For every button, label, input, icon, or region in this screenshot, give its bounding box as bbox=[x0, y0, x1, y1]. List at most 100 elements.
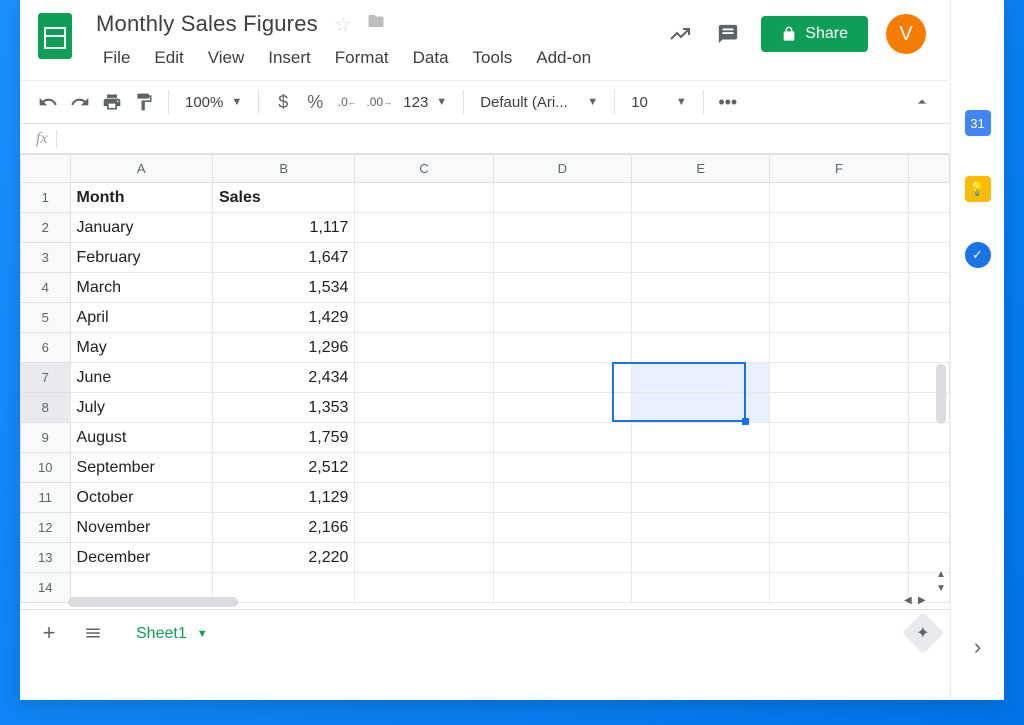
account-avatar[interactable]: V bbox=[886, 14, 926, 54]
cell-B3[interactable]: 1,647 bbox=[212, 243, 354, 273]
sheets-logo[interactable] bbox=[34, 8, 76, 64]
cell-D2[interactable] bbox=[493, 213, 631, 243]
cell-D7[interactable] bbox=[493, 363, 631, 393]
row-header-14[interactable]: 14 bbox=[21, 573, 71, 603]
explore-button[interactable]: ✦ bbox=[902, 612, 944, 654]
cell-C12[interactable] bbox=[355, 513, 493, 543]
row-header-11[interactable]: 11 bbox=[21, 483, 71, 513]
horizontal-scrollbar[interactable]: ◀ ▶ bbox=[68, 595, 930, 609]
print-button[interactable] bbox=[98, 87, 126, 117]
cell-C2[interactable] bbox=[355, 213, 493, 243]
menu-data[interactable]: Data bbox=[402, 44, 460, 72]
scroll-down-icon[interactable]: ▼ bbox=[934, 583, 948, 595]
row-header-6[interactable]: 6 bbox=[21, 333, 71, 363]
cell-C9[interactable] bbox=[355, 423, 493, 453]
cell-F7[interactable] bbox=[770, 363, 908, 393]
cell-A6[interactable]: May bbox=[70, 333, 212, 363]
cell-C3[interactable] bbox=[355, 243, 493, 273]
scroll-right-icon[interactable]: ▶ bbox=[918, 595, 930, 609]
h-scroll-thumb[interactable] bbox=[68, 597, 238, 607]
row-header-2[interactable]: 2 bbox=[21, 213, 71, 243]
cell-F11[interactable] bbox=[770, 483, 908, 513]
cell-B7[interactable]: 2,434 bbox=[212, 363, 354, 393]
formula-input[interactable] bbox=[65, 131, 942, 147]
cell-E6[interactable] bbox=[632, 333, 770, 363]
cell-C10[interactable] bbox=[355, 453, 493, 483]
cell-C11[interactable] bbox=[355, 483, 493, 513]
cell-B9[interactable]: 1,759 bbox=[212, 423, 354, 453]
cell-A13[interactable]: December bbox=[70, 543, 212, 573]
cell-E7[interactable] bbox=[632, 363, 770, 393]
cell-C7[interactable] bbox=[355, 363, 493, 393]
cell-F5[interactable] bbox=[770, 303, 908, 333]
cell-A9[interactable]: August bbox=[70, 423, 212, 453]
menu-view[interactable]: View bbox=[197, 44, 256, 72]
row-header-4[interactable]: 4 bbox=[21, 273, 71, 303]
cell-B10[interactable]: 2,512 bbox=[212, 453, 354, 483]
column-header-D[interactable]: D bbox=[493, 155, 631, 183]
cell-D11[interactable] bbox=[493, 483, 631, 513]
cell-A7[interactable]: June bbox=[70, 363, 212, 393]
cell-D1[interactable] bbox=[493, 183, 631, 213]
cell-D8[interactable] bbox=[493, 393, 631, 423]
column-header-E[interactable]: E bbox=[632, 155, 770, 183]
cell-F3[interactable] bbox=[770, 243, 908, 273]
cell-F2[interactable] bbox=[770, 213, 908, 243]
menu-insert[interactable]: Insert bbox=[257, 44, 322, 72]
cell-E3[interactable] bbox=[632, 243, 770, 273]
cell-C1[interactable] bbox=[355, 183, 493, 213]
row-header-8[interactable]: 8 bbox=[21, 393, 71, 423]
column-header-C[interactable]: C bbox=[355, 155, 493, 183]
cell-F8[interactable] bbox=[770, 393, 908, 423]
cell-D6[interactable] bbox=[493, 333, 631, 363]
cell-D10[interactable] bbox=[493, 453, 631, 483]
cell-C4[interactable] bbox=[355, 273, 493, 303]
cell-F12[interactable] bbox=[770, 513, 908, 543]
cell-B6[interactable]: 1,296 bbox=[212, 333, 354, 363]
cell-B13[interactable]: 2,220 bbox=[212, 543, 354, 573]
cell-C6[interactable] bbox=[355, 333, 493, 363]
cell-A4[interactable]: March bbox=[70, 273, 212, 303]
cell-F10[interactable] bbox=[770, 453, 908, 483]
cell-E4[interactable] bbox=[632, 273, 770, 303]
cell-C13[interactable] bbox=[355, 543, 493, 573]
share-button[interactable]: Share bbox=[761, 16, 868, 52]
cell-A11[interactable]: October bbox=[70, 483, 212, 513]
row-header-9[interactable]: 9 bbox=[21, 423, 71, 453]
cell-B2[interactable]: 1,117 bbox=[212, 213, 354, 243]
row-header-12[interactable]: 12 bbox=[21, 513, 71, 543]
paint-format-button[interactable] bbox=[130, 87, 158, 117]
all-sheets-button[interactable] bbox=[76, 616, 110, 650]
cell-A3[interactable]: February bbox=[70, 243, 212, 273]
vertical-scrollbar[interactable]: ▲ ▼ bbox=[934, 184, 948, 595]
cell-C5[interactable] bbox=[355, 303, 493, 333]
row-header-7[interactable]: 7 bbox=[21, 363, 71, 393]
more-formats-button[interactable]: 123 ▼ bbox=[397, 94, 453, 111]
scroll-up-icon[interactable]: ▲ bbox=[934, 569, 948, 581]
format-currency-button[interactable]: $ bbox=[269, 87, 297, 117]
menu-file[interactable]: File bbox=[92, 44, 141, 72]
cell-B8[interactable]: 1,353 bbox=[212, 393, 354, 423]
more-toolbar-button[interactable]: ••• bbox=[714, 87, 742, 117]
cell-B12[interactable]: 2,166 bbox=[212, 513, 354, 543]
format-percent-button[interactable]: % bbox=[301, 87, 329, 117]
cell-B11[interactable]: 1,129 bbox=[212, 483, 354, 513]
cell-F13[interactable] bbox=[770, 543, 908, 573]
zoom-select[interactable]: 100% ▼ bbox=[179, 94, 248, 111]
cell-E13[interactable] bbox=[632, 543, 770, 573]
v-scroll-thumb[interactable] bbox=[936, 364, 946, 424]
cell-E5[interactable] bbox=[632, 303, 770, 333]
cell-E9[interactable] bbox=[632, 423, 770, 453]
collapse-toolbar-button[interactable] bbox=[908, 87, 936, 117]
star-icon[interactable]: ☆ bbox=[334, 12, 352, 37]
add-sheet-button[interactable]: + bbox=[32, 616, 66, 650]
cell-E10[interactable] bbox=[632, 453, 770, 483]
cell-A8[interactable]: July bbox=[70, 393, 212, 423]
cell-E1[interactable] bbox=[632, 183, 770, 213]
cell-E12[interactable] bbox=[632, 513, 770, 543]
calendar-addon-icon[interactable]: 31 bbox=[965, 110, 991, 136]
cell-B5[interactable]: 1,429 bbox=[212, 303, 354, 333]
row-header-5[interactable]: 5 bbox=[21, 303, 71, 333]
selection-fill-handle[interactable] bbox=[742, 418, 749, 425]
cell-D4[interactable] bbox=[493, 273, 631, 303]
